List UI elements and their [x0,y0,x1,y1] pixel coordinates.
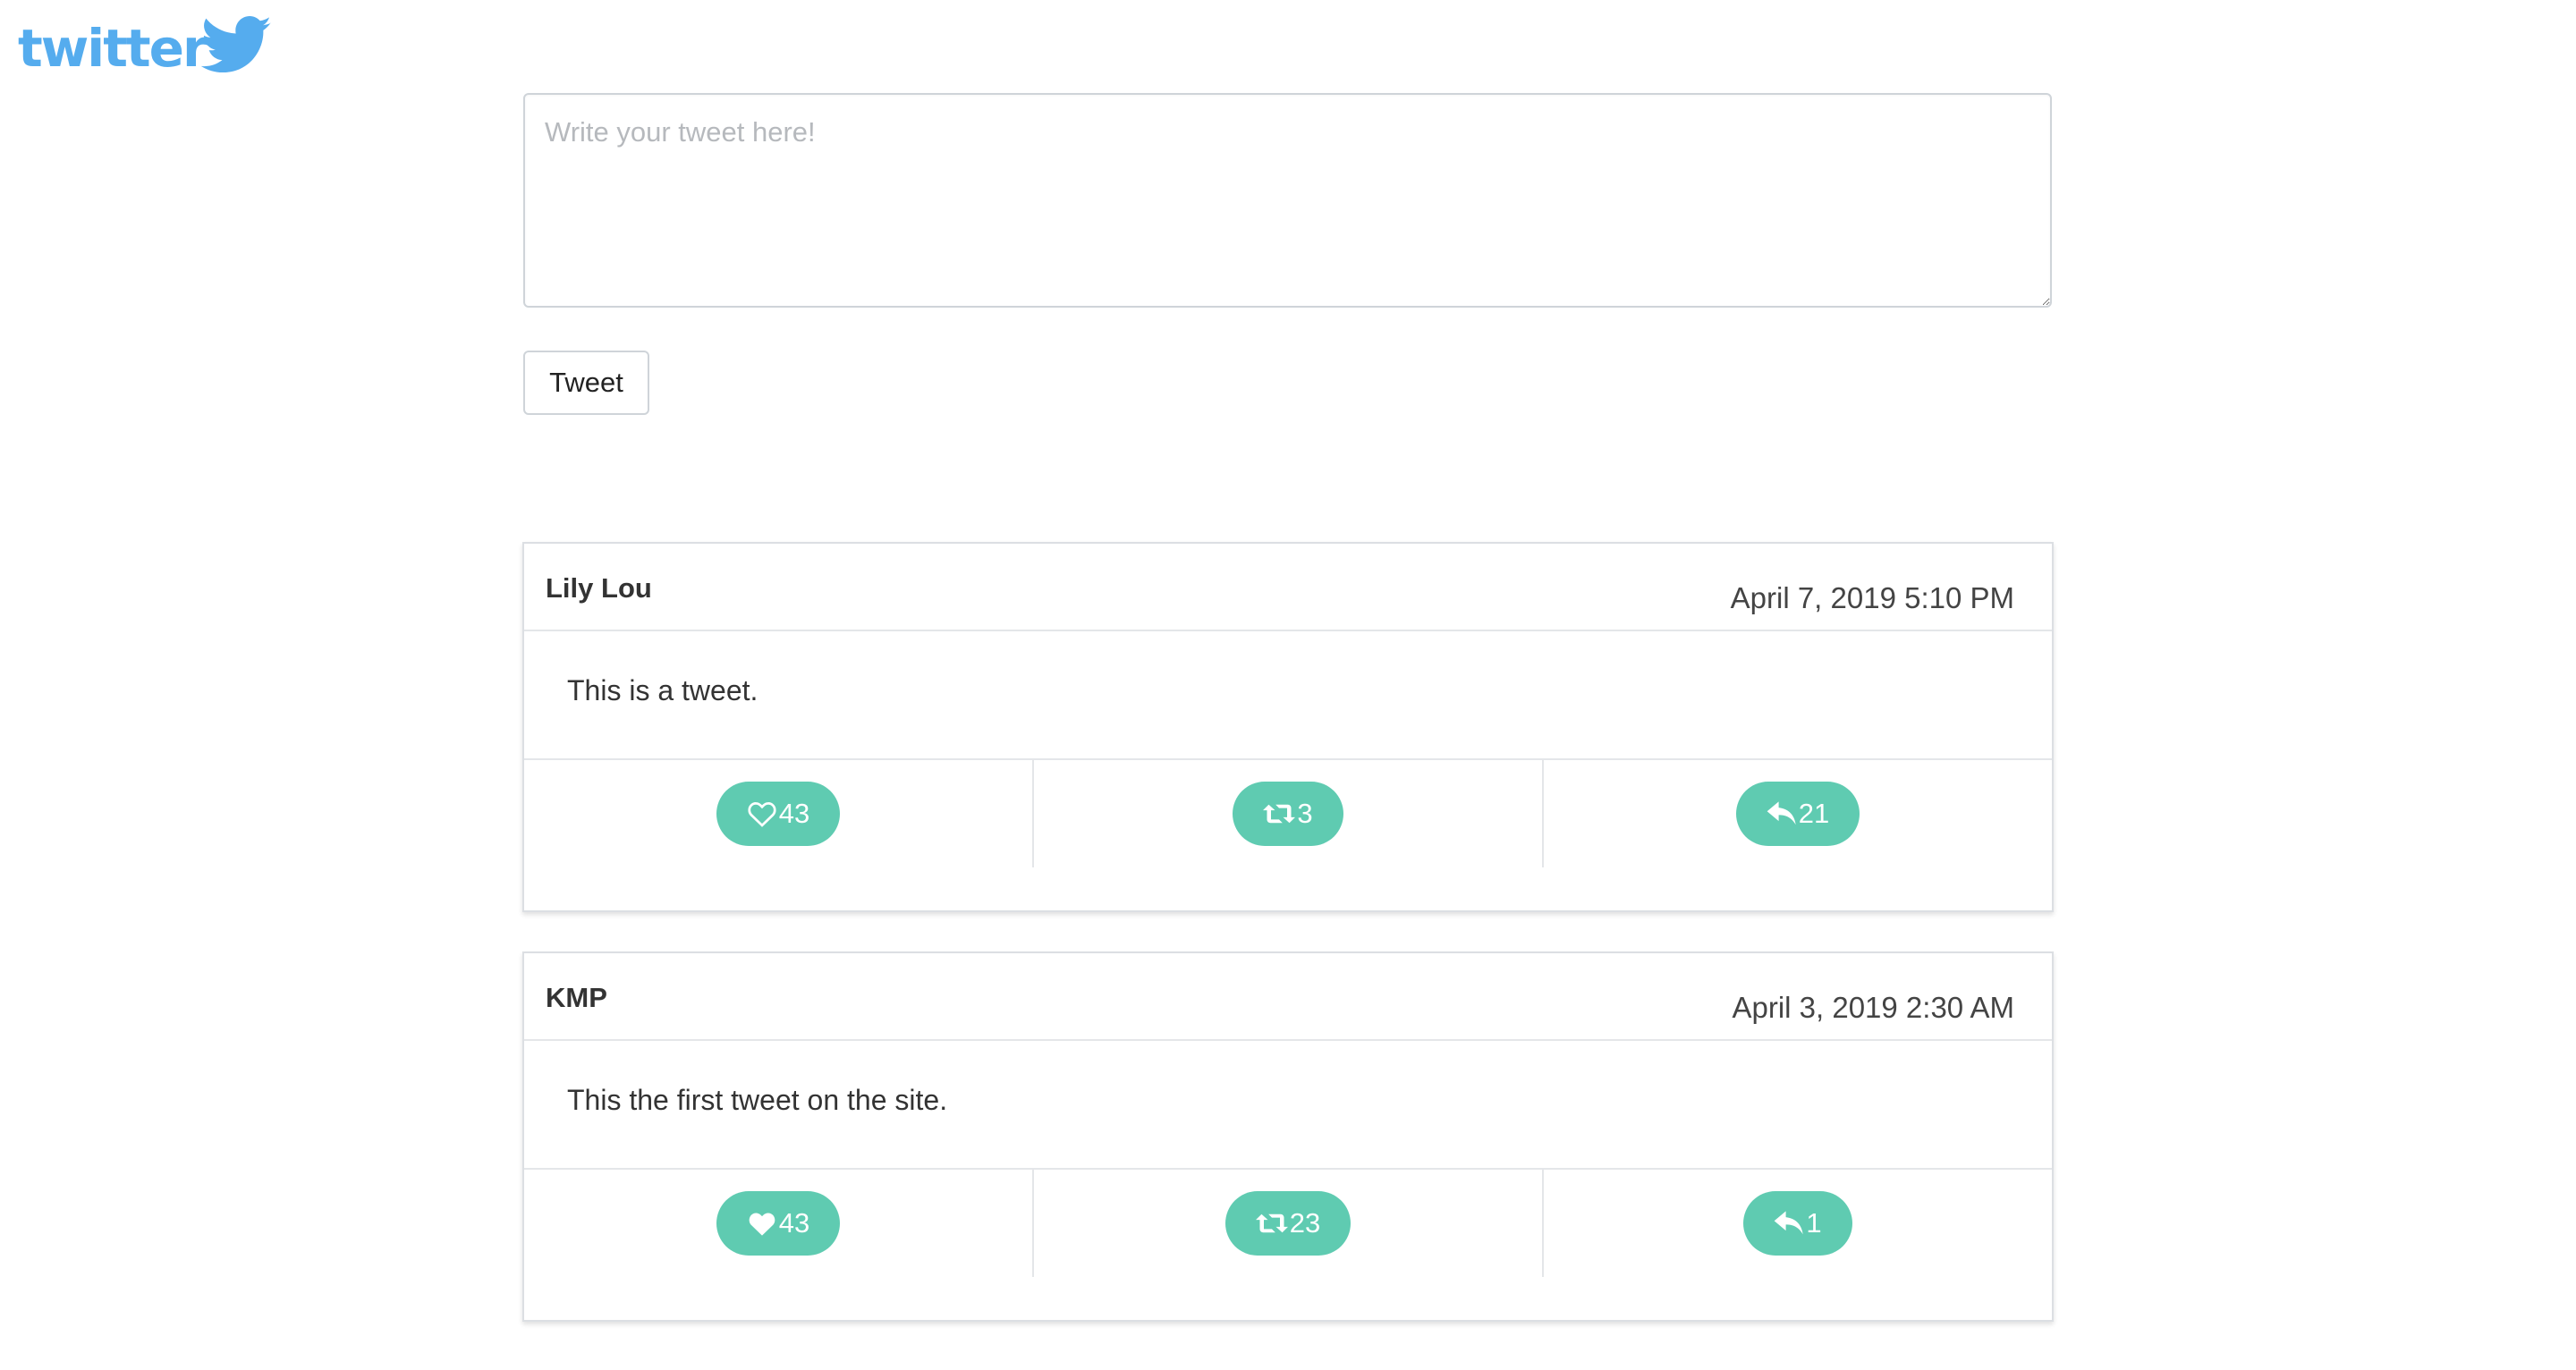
tweet-header: KMP April 3, 2019 2:30 AM [524,953,2052,1041]
tweet-date: April 3, 2019 2:30 AM [1732,991,2014,1024]
tweet-text: This is a tweet. [567,674,758,706]
reply-icon [1775,1211,1804,1235]
bird-icon [200,16,271,73]
tweet-author: Lily Lou [546,572,652,604]
reply-cell: 1 [1544,1170,2052,1277]
tweet-card: KMP April 3, 2019 2:30 AM This the first… [522,951,2054,1322]
tweet-date: April 7, 2019 5:10 PM [1730,581,2014,614]
tweet-author: KMP [546,982,607,1013]
reply-cell: 21 [1544,760,2052,867]
reply-button[interactable]: 1 [1743,1191,1852,1256]
reply-icon [1767,801,1796,825]
tweet-actions: 43 3 21 [524,760,2052,867]
like-count: 43 [778,798,810,829]
retweet-icon [1255,1214,1288,1233]
tweet-input[interactable] [523,93,2052,308]
tweet-header: Lily Lou April 7, 2019 5:10 PM [524,544,2052,631]
tweet-body: This the first tweet on the site. [524,1041,2052,1170]
tweet-text: This the first tweet on the site. [567,1084,948,1116]
tweet-button[interactable]: Tweet [523,351,649,415]
heart-outline-icon [748,802,776,827]
twitter-logo[interactable]: twitter [18,16,295,79]
retweet-icon [1263,804,1296,824]
tweet-card: Lily Lou April 7, 2019 5:10 PM This is a… [522,542,2054,912]
reply-button[interactable]: 21 [1735,782,1860,846]
like-cell: 43 [524,760,1034,867]
tweet-actions: 43 23 1 [524,1170,2052,1277]
retweet-cell: 3 [1034,760,1544,867]
tweet-body: This is a tweet. [524,631,2052,760]
like-button[interactable]: 43 [716,1191,841,1256]
retweet-button[interactable]: 23 [1224,1191,1352,1256]
like-cell: 43 [524,1170,1034,1277]
retweet-button[interactable]: 3 [1233,782,1343,846]
heart-filled-icon [749,1213,775,1236]
retweet-count: 3 [1297,798,1313,829]
like-button[interactable]: 43 [716,782,841,846]
retweet-count: 23 [1289,1207,1321,1239]
like-count: 43 [778,1207,810,1239]
reply-count: 21 [1798,798,1830,829]
reply-count: 1 [1806,1207,1822,1239]
retweet-cell: 23 [1034,1170,1544,1277]
logo-wordmark: twitter [18,18,208,79]
